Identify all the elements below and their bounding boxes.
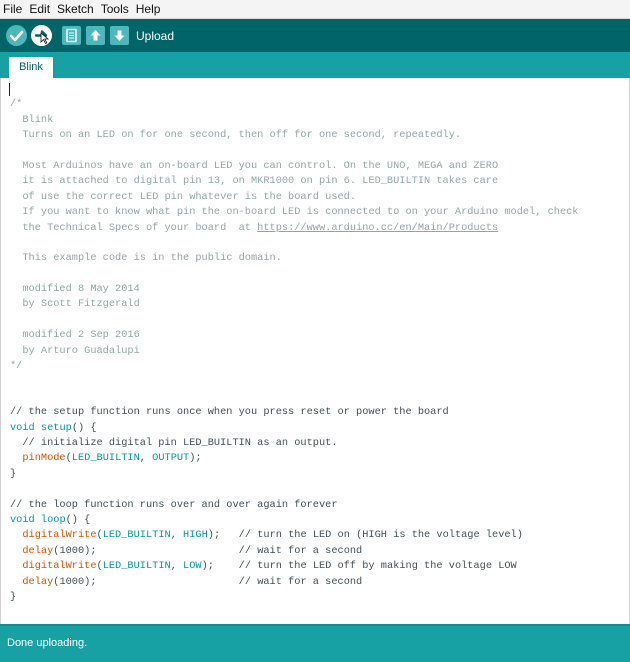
code-line: Blink — [10, 113, 54, 126]
menu-tools[interactable]: Tools — [97, 0, 132, 18]
toolbar-hint-label: Upload — [136, 29, 175, 43]
status-bar: Done uploading. — [0, 624, 630, 662]
code-line: pinMode(LED_BUILTIN, OUTPUT); — [10, 451, 578, 466]
function-call: delay — [22, 575, 54, 588]
code-line: // the setup function runs once when you… — [10, 406, 449, 419]
constant: LED_BUILTIN — [102, 529, 171, 542]
menu-file[interactable]: File — [0, 0, 25, 18]
code-line: This example code is in the public domai… — [10, 252, 282, 265]
code-line: by Scott Fitzgerald — [10, 298, 140, 311]
function-call: delay — [22, 544, 54, 557]
upload-button[interactable] — [31, 25, 52, 46]
code-comment: // turn the LED off by making the voltag… — [238, 560, 517, 573]
code-line: modified 8 May 2014 — [10, 283, 140, 296]
code-text-span — [220, 529, 239, 541]
code-text-span: () { — [71, 421, 97, 434]
code-line: // initialize digital pin LED_BUILTIN as… — [10, 437, 338, 449]
code-line: delay(1000); // wait for a second — [10, 544, 578, 559]
code-line: delay(1000); // wait for a second — [10, 575, 578, 590]
toolbar: Upload — [0, 19, 630, 52]
code-line: it is attached to digital pin 13, on MKR… — [10, 175, 499, 188]
code-text-span: (1000); — [53, 544, 97, 557]
code-text-span: the Technical Specs of your board at — [10, 221, 258, 234]
function-call: digitalWrite — [22, 529, 97, 542]
code-line: modified 2 Sep 2016 — [10, 329, 140, 342]
code-line: Turns on an LED on for one second, then … — [10, 129, 462, 142]
constant: HIGH — [183, 529, 208, 542]
menu-sketch[interactable]: Sketch — [53, 0, 97, 18]
checkmark-icon — [9, 30, 24, 42]
code-text-span — [97, 576, 239, 588]
constant: LED_BUILTIN — [71, 452, 140, 465]
function-name: loop — [40, 513, 66, 526]
tab-blink[interactable]: Blink — [9, 57, 53, 78]
code-line: void loop() { — [10, 513, 578, 528]
new-button[interactable] — [62, 26, 81, 45]
function-call: digitalWrite — [22, 560, 97, 573]
constant: OUTPUT — [152, 452, 190, 465]
constant: LED_BUILTIN — [102, 560, 171, 573]
constant: LOW — [183, 560, 202, 573]
code-line: digitalWrite(LED_BUILTIN, HIGH); // turn… — [10, 528, 578, 543]
code-text-span: () { — [65, 513, 91, 526]
code-text-span — [97, 545, 239, 557]
code-line: of use the correct LED pin whatever is t… — [10, 190, 357, 203]
new-file-icon — [66, 28, 77, 43]
function-call: pinMode — [22, 452, 66, 465]
code-text-span: ); — [201, 560, 214, 573]
code-text-span: , — [170, 529, 184, 542]
code-line: void setup() { — [10, 421, 578, 436]
verify-button[interactable] — [6, 25, 27, 46]
code-line: } — [10, 467, 17, 480]
code-line: digitalWrite(LED_BUILTIN, LOW); // turn … — [10, 559, 578, 574]
code-text-span: ); — [207, 529, 221, 542]
code-line: /* — [10, 98, 23, 111]
products-link[interactable]: https://www.arduino.cc/en/Main/Products — [257, 222, 498, 234]
code-text: /* Blink Turns on an LED on for one seco… — [10, 82, 578, 636]
code-line: // the loop function runs over and over … — [10, 498, 338, 511]
save-button[interactable] — [110, 26, 129, 45]
tab-bar: Blink — [0, 52, 630, 78]
status-message: Done uploading. — [7, 637, 88, 649]
arrow-up-icon — [90, 30, 101, 41]
code-line: If you want to know what pin the on-boar… — [10, 206, 579, 219]
code-line: Most Arduinos have an on-board LED you c… — [10, 159, 499, 172]
code-comment: // wait for a second — [238, 544, 363, 557]
code-line: the Technical Specs of your board at htt… — [10, 221, 578, 236]
code-line: */ — [10, 360, 23, 373]
menu-edit[interactable]: Edit — [25, 0, 53, 18]
code-line: by Arturo Guadalupi — [10, 344, 140, 357]
keyword: void — [10, 421, 35, 434]
code-line: } — [10, 590, 17, 603]
code-text-span: , — [139, 452, 153, 465]
arrow-down-icon — [114, 30, 125, 41]
code-editor[interactable]: /* Blink Turns on an LED on for one seco… — [0, 78, 630, 624]
open-button[interactable] — [86, 26, 105, 45]
code-text-span: , — [170, 560, 184, 573]
menu-bar: File Edit Sketch Tools Help — [0, 0, 630, 19]
keyword: void — [10, 513, 35, 526]
menu-help[interactable]: Help — [132, 0, 164, 18]
function-name: setup — [40, 421, 72, 434]
code-text-span — [214, 560, 239, 572]
code-comment: // wait for a second — [238, 575, 363, 588]
code-text-span: (1000); — [53, 575, 97, 588]
code-comment: // turn the LED on (HIGH is the voltage … — [238, 529, 523, 542]
code-text-span: ); — [189, 452, 202, 465]
arrow-right-icon — [34, 30, 50, 45]
